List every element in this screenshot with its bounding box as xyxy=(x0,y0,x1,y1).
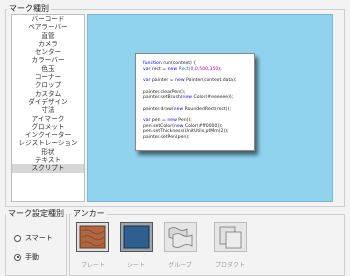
code-line: painter.setPen(pen); xyxy=(143,135,190,140)
code-line: function run(context) { xyxy=(143,61,196,66)
smart-radio-label: スマート xyxy=(25,234,53,242)
group-icon xyxy=(168,227,193,248)
code-token: painter.clearPen(); xyxy=(143,89,186,95)
plate-icon xyxy=(79,225,106,249)
code-token: Pen(); xyxy=(178,118,192,123)
code-token: var xyxy=(143,78,152,84)
code-token: var xyxy=(143,118,152,123)
sheet-anchor-button[interactable] xyxy=(120,222,153,252)
mark-type-item[interactable]: ベアラーバー xyxy=(12,23,84,31)
mark-type-item[interactable]: カメラ xyxy=(12,40,84,48)
sheet-icon xyxy=(123,225,150,249)
code-token: painter.draw( xyxy=(143,106,174,112)
code-token: Painter(context.data); xyxy=(186,78,237,84)
code-token: painter.setBrush( xyxy=(143,95,183,101)
code-token: RoundedRect(rect)); xyxy=(184,106,231,112)
code-token: new xyxy=(182,95,194,101)
product-icon xyxy=(219,226,242,249)
mark-setting-frame xyxy=(5,214,67,276)
code-token: run(context) { xyxy=(163,61,197,66)
smart-radio-option[interactable]: スマート xyxy=(14,233,53,243)
code-token: new xyxy=(173,106,185,112)
plate-anchor-button[interactable] xyxy=(76,222,109,252)
manual-radio-label: 手動 xyxy=(25,253,39,261)
code-token: var xyxy=(143,66,152,72)
plate-anchor-label: プレート xyxy=(80,262,105,269)
code-line: painter.clearPen(); xyxy=(143,90,185,95)
mark-type-list[interactable]: バーコード ベアラーバー 直管 カメラ センター カラーバー 色玉 コーナー クロップ カスタムダ… xyxy=(11,14,85,202)
product-anchor-label: プロダクト xyxy=(214,262,245,269)
anchor-title: アンカー xyxy=(71,208,107,219)
script-preview-area: function run(context) { var rect = new R… xyxy=(87,14,333,202)
code-line: pen.setColor(new Color(#ff0000)); xyxy=(143,124,223,129)
product-anchor-button[interactable] xyxy=(214,222,247,252)
mark-type-item[interactable]: テキスト xyxy=(12,156,84,164)
code-token: new xyxy=(167,118,179,123)
code-line: var pen = new Pen(); xyxy=(143,118,192,123)
mark-type-item[interactable]: 直管 xyxy=(12,32,84,40)
mark-type-item[interactable]: レジストレーション xyxy=(12,139,84,147)
code-line: painter.setBrush(new Color(#eeeeee)); xyxy=(143,95,233,100)
mark-type-item[interactable]: スクリプト xyxy=(12,164,84,173)
code-token: painter.setPen(pen); xyxy=(143,135,190,141)
code-token: Color(#eeeeee)); xyxy=(193,95,234,101)
code-token: function xyxy=(143,61,164,66)
mark-types-title: マーク種別 xyxy=(7,3,51,14)
mark-type-item[interactable]: 色玉 xyxy=(12,65,84,73)
code-token: Color(#ff0000)); xyxy=(184,123,223,129)
code-token: 0,0,500,350 xyxy=(190,66,219,72)
group-anchor-label: グループ xyxy=(168,262,192,269)
mark-type-item[interactable]: コーナー xyxy=(12,73,84,81)
code-token: painter = xyxy=(151,78,176,84)
code-token: new xyxy=(173,123,185,129)
code-line: pen.setThickness(UnitUtils.ptMm(2)); xyxy=(143,129,229,134)
manual-radio-button[interactable] xyxy=(14,253,21,261)
mark-type-item[interactable]: 寸法 xyxy=(12,106,84,114)
mark-type-item[interactable]: 形状 xyxy=(12,148,84,156)
mark-type-item[interactable]: アイマーク xyxy=(12,115,84,123)
code-token: ); xyxy=(218,66,222,72)
code-token: new xyxy=(175,78,187,84)
mark-type-item[interactable]: カスタム xyxy=(12,90,84,98)
code-line: painter.draw(new RoundedRect(rect)); xyxy=(143,107,231,112)
code-token: pen.setColor( xyxy=(143,123,174,129)
mark-setting-title: マーク設定種別 xyxy=(6,208,66,219)
manual-radio-option[interactable]: 手動 xyxy=(14,252,39,262)
code-token: pen = xyxy=(151,118,168,123)
group-anchor-button[interactable] xyxy=(164,222,197,252)
mark-type-item[interactable]: インクイーター xyxy=(12,131,84,139)
mark-type-item[interactable]: センター xyxy=(12,48,84,56)
code-token: pen.setThickness(UnitUtils.ptMm(2)); xyxy=(143,129,229,135)
mark-type-item[interactable]: グロメット xyxy=(12,123,84,131)
sheet-anchor-label: シート xyxy=(126,262,145,269)
code-line: var rect = new Rect(0,0,500,350); xyxy=(143,67,222,72)
mark-type-item[interactable]: カラーバー xyxy=(12,56,84,64)
smart-radio-button[interactable] xyxy=(14,234,21,242)
mark-type-item[interactable]: クロップ xyxy=(12,81,84,89)
code-token: rect = xyxy=(151,66,168,72)
code-line: var painter = new Painter(context.data); xyxy=(143,78,236,83)
mark-type-item[interactable]: バーコード xyxy=(12,15,84,23)
code-token: Rect( xyxy=(178,66,191,72)
script-code-card: function run(context) { var rect = new R… xyxy=(135,53,255,151)
code-token: new xyxy=(167,66,179,72)
